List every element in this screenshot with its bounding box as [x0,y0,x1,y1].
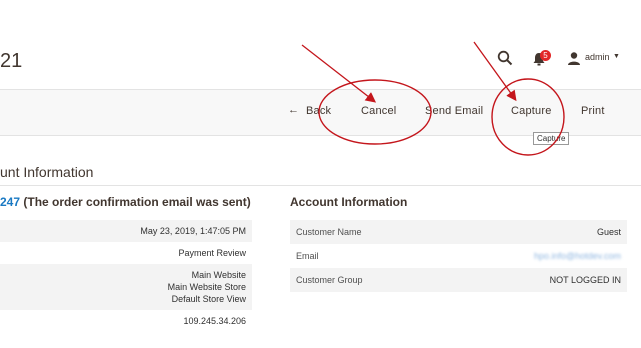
table-row: Customer Group NOT LOGGED IN [290,268,627,292]
table-row: 109.245.34.206 [0,310,252,332]
order-number-link[interactable]: 247 [0,195,20,209]
section-title: unt Information [0,164,94,180]
table-row: Payment Review [0,242,252,264]
purchased-from-line-1: Main Website [191,270,246,280]
order-date-value: May 23, 2019, 1:47:05 PM [140,226,246,236]
table-row: Customer Name Guest [290,220,627,244]
order-heading: 247 (The order confirmation email was se… [0,195,251,209]
purchased-from-line-2: Main Website Store [167,282,246,292]
back-arrow-icon[interactable]: ← [288,104,299,116]
order-status-value: Payment Review [178,248,246,258]
table-row: May 23, 2019, 1:47:05 PM [0,220,252,242]
order-heading-text: (The order confirmation email was sent) [20,195,251,209]
customer-group-value: NOT LOGGED IN [549,275,621,285]
cancel-button[interactable]: Cancel [361,105,396,117]
capture-tooltip: Capture [533,132,570,145]
search-icon[interactable] [497,50,513,66]
email-value-link[interactable]: hpo.info@hotdev.com [534,251,621,261]
customer-name-label: Customer Name [296,227,362,237]
back-button[interactable]: Back [306,105,331,117]
admin-username[interactable]: admin [585,52,610,62]
account-info-table: Customer Name Guest Email hpo.info@hotde… [290,220,627,292]
purchased-from-line-3: Default Store View [171,294,246,304]
email-label: Email [296,251,319,261]
placed-from-ip-value: 109.245.34.206 [183,316,246,326]
print-button[interactable]: Print [581,105,605,117]
user-icon[interactable] [567,51,581,65]
chevron-down-icon[interactable]: ▼ [613,53,620,60]
order-info-table: May 23, 2019, 1:47:05 PM Payment Review … [0,220,252,332]
customer-group-label: Customer Group [296,275,363,285]
notification-badge: 5 [540,50,551,61]
capture-button[interactable]: Capture [511,105,552,117]
section-divider [0,185,641,186]
table-row: Email hpo.info@hotdev.com [290,244,627,268]
customer-name-value: Guest [596,227,621,237]
page-title: 21 [0,50,23,72]
table-row: Main Website Main Website Store Default … [0,264,252,310]
account-info-title: Account Information [290,195,408,209]
send-email-button[interactable]: Send Email [425,105,483,117]
